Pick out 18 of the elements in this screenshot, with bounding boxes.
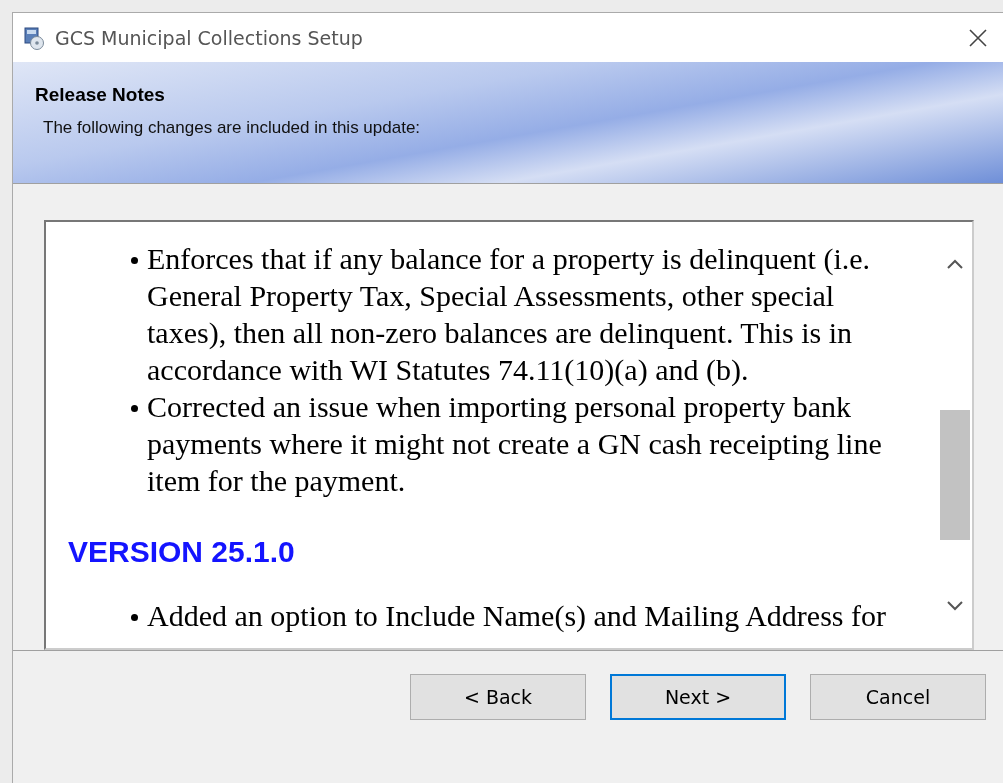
bullet-icon: [131, 614, 138, 621]
bullet-icon: [131, 257, 138, 264]
close-icon: [968, 27, 988, 48]
page-subtitle: The following changes are included in this update:: [43, 118, 422, 138]
wizard-button[interactable]: Next >: [610, 674, 786, 720]
version-heading: VERSION 25.1.0: [68, 535, 296, 569]
note-text: Enforces that if any balance for a property is delinquent (i.e. General Property Tax, Special Assessments, other special taxes), then all non-zero balances are delinquent. This is in accordance with WI Statutes 74.11(10)(a) and (b).: [147, 241, 872, 388]
wizard-button[interactable]: < Back: [410, 674, 586, 720]
page-title: Release Notes: [35, 84, 166, 106]
bullet-icon: [131, 405, 138, 412]
scrollbar-thumb[interactable]: [940, 410, 970, 540]
scroll-down-icon[interactable]: [946, 600, 964, 612]
note-text: Added an option to Include Name(s) and Mailing Address for: [147, 598, 887, 634]
scroll-up-icon[interactable]: [946, 258, 964, 270]
installer-icon: [23, 25, 45, 50]
window-title: GCS Municipal Collections Setup: [55, 26, 364, 49]
note-text: Corrected an issue when importing personal property bank payments where it might not create a GN cash receipting line item for the payment.: [147, 389, 883, 499]
wizard-button[interactable]: Cancel: [810, 674, 986, 720]
